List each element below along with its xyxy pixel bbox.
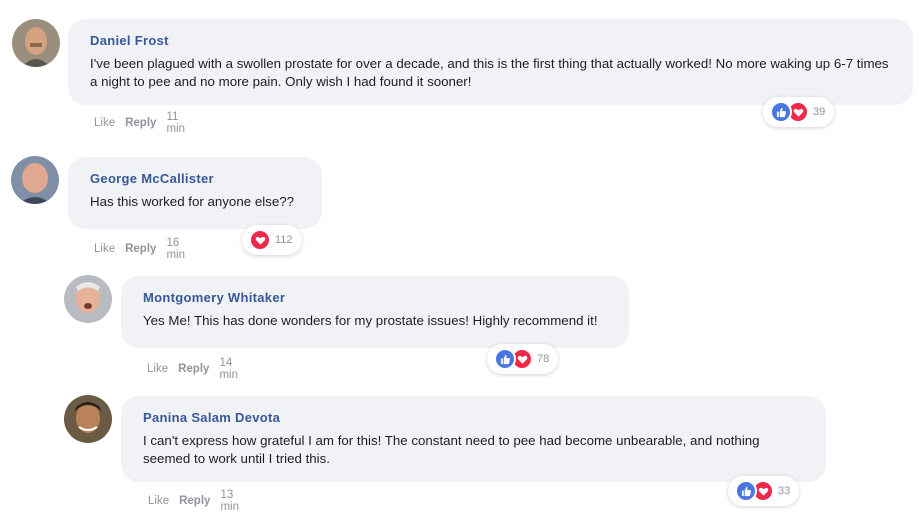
comment-bubble: Panina Salam Devota I can't express how … bbox=[121, 396, 826, 482]
avatar[interactable] bbox=[64, 395, 112, 443]
commenter-name[interactable]: George McCallister bbox=[90, 171, 300, 186]
reply-button[interactable]: Reply bbox=[125, 117, 156, 129]
comment-text: I've been plagued with a swollen prostat… bbox=[90, 56, 889, 89]
comment-bubble: Montgomery Whitaker Yes Me! This has don… bbox=[121, 276, 629, 348]
avatar-image bbox=[11, 156, 59, 204]
timestamp[interactable]: 16 min bbox=[166, 237, 185, 261]
like-button[interactable]: Like bbox=[147, 363, 168, 375]
comment-text: Yes Me! This has done wonders for my pro… bbox=[143, 313, 598, 328]
heart-icon bbox=[249, 229, 271, 251]
timestamp[interactable]: 11 min bbox=[166, 111, 185, 135]
thumbs-up-icon bbox=[770, 101, 792, 123]
reactions-summary[interactable]: 33 bbox=[728, 476, 800, 506]
reply-button[interactable]: Reply bbox=[179, 495, 210, 507]
reaction-count: 78 bbox=[537, 353, 550, 365]
comment-text: Has this worked for anyone else?? bbox=[90, 194, 294, 209]
comment-actions: Like Reply 14 min bbox=[147, 357, 238, 381]
thumbs-up-icon bbox=[735, 480, 757, 502]
timestamp[interactable]: 14 min bbox=[219, 357, 238, 381]
reactions-summary[interactable]: 78 bbox=[487, 344, 559, 374]
comment-actions: Like Reply 13 min bbox=[148, 489, 239, 513]
commenter-name[interactable]: Panina Salam Devota bbox=[143, 410, 804, 425]
timestamp[interactable]: 13 min bbox=[220, 489, 239, 513]
reactions-summary[interactable]: 112 bbox=[242, 225, 302, 255]
comment-actions: Like Reply 11 min bbox=[94, 111, 185, 135]
reply-button[interactable]: Reply bbox=[178, 363, 209, 375]
comment-actions: Like Reply 16 min bbox=[94, 237, 185, 261]
comment-bubble: Daniel Frost I've been plagued with a sw… bbox=[68, 19, 913, 105]
reaction-count: 112 bbox=[275, 234, 293, 246]
comment-bubble: George McCallister Has this worked for a… bbox=[68, 157, 322, 229]
avatar-image bbox=[12, 19, 60, 67]
avatar[interactable] bbox=[12, 19, 60, 67]
thumbs-up-icon bbox=[494, 348, 516, 370]
avatar-image bbox=[64, 395, 112, 443]
commenter-name[interactable]: Daniel Frost bbox=[90, 33, 891, 48]
avatar-image bbox=[64, 275, 112, 323]
avatar[interactable] bbox=[11, 156, 59, 204]
like-button[interactable]: Like bbox=[94, 117, 115, 129]
avatar[interactable] bbox=[64, 275, 112, 323]
reply-button[interactable]: Reply bbox=[125, 243, 156, 255]
like-button[interactable]: Like bbox=[94, 243, 115, 255]
reaction-count: 39 bbox=[813, 106, 826, 118]
reaction-count: 33 bbox=[778, 485, 791, 497]
commenter-name[interactable]: Montgomery Whitaker bbox=[143, 290, 607, 305]
comment-text: I can't express how grateful I am for th… bbox=[143, 433, 760, 466]
like-button[interactable]: Like bbox=[148, 495, 169, 507]
reactions-summary[interactable]: 39 bbox=[763, 97, 835, 127]
